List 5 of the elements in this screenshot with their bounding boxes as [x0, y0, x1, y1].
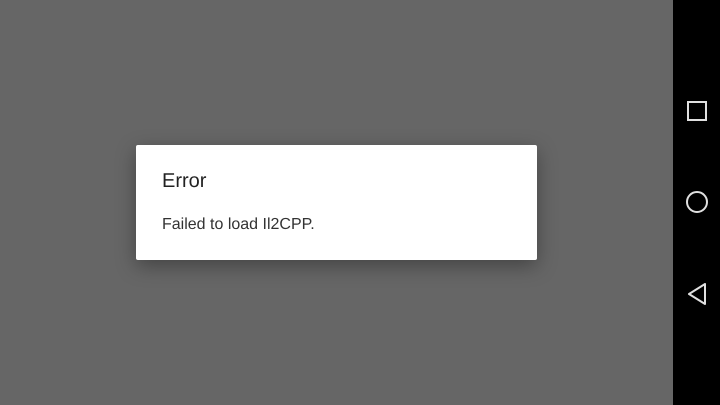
home-icon[interactable]: [686, 190, 708, 212]
back-icon[interactable]: [686, 282, 706, 304]
dialog-message: Failed to load Il2CPP.: [162, 215, 316, 235]
recents-icon[interactable]: [686, 100, 706, 120]
dialog-title: Error: [162, 169, 208, 193]
